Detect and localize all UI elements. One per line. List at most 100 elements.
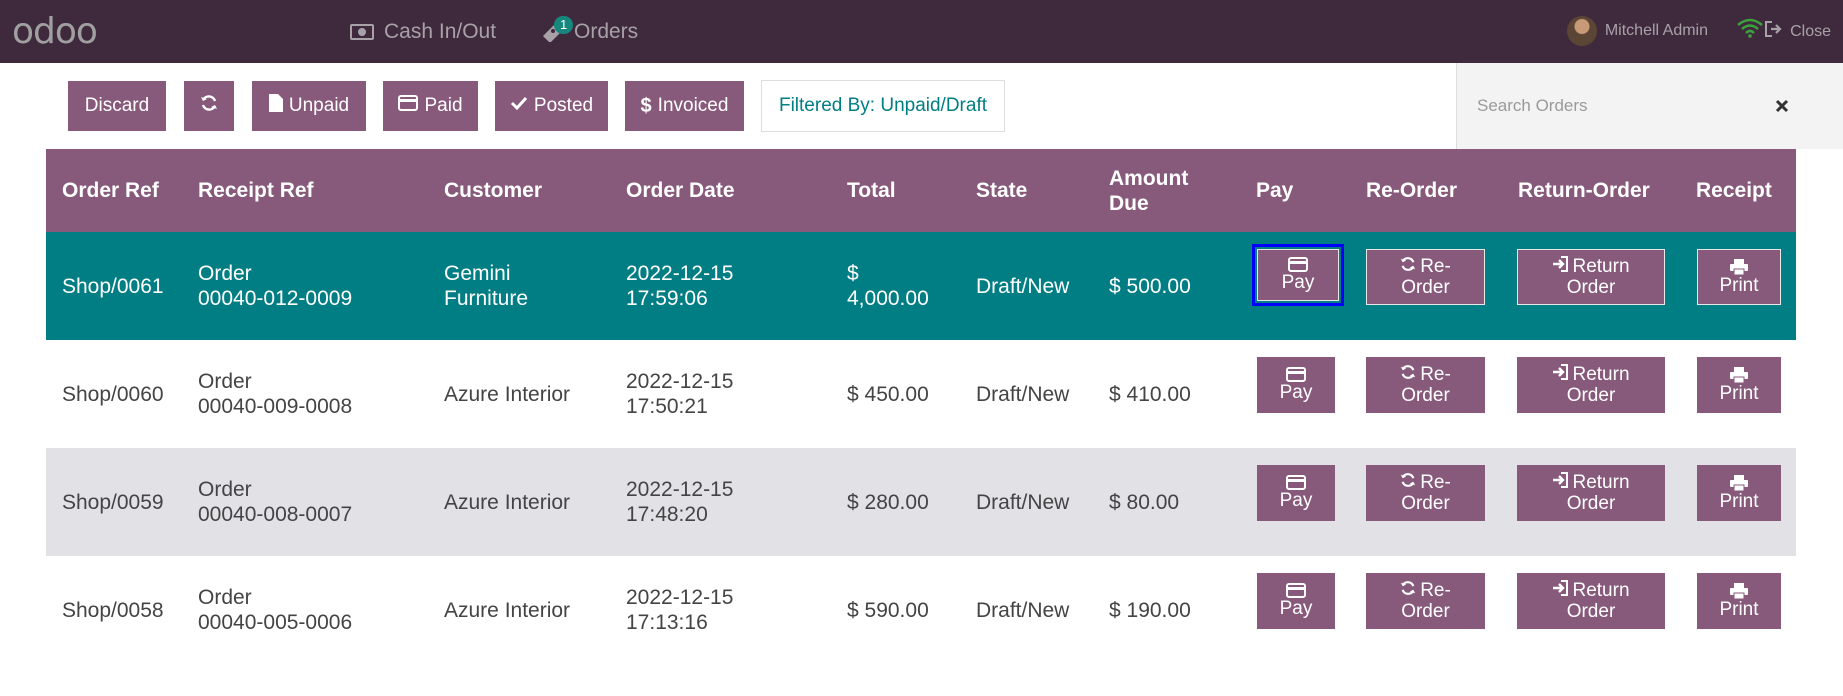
refresh-icon	[1400, 364, 1416, 385]
return-label-1: Return	[1572, 472, 1630, 493]
state: Draft/New	[976, 490, 1070, 514]
table-row[interactable]: Shop/0060 Order 00040-009-0008 Azure Int…	[46, 340, 1796, 448]
reorder-button[interactable]: Re- Order	[1366, 249, 1485, 305]
pay-button[interactable]: Pay	[1257, 573, 1335, 629]
discard-label: Discard	[84, 95, 150, 116]
credit-card-icon	[1286, 367, 1306, 382]
customer-line2: Furniture	[444, 287, 529, 310]
cash-in-out-button[interactable]: Cash In/Out	[350, 19, 496, 45]
sign-in-icon	[1552, 256, 1569, 277]
pos-topbar: odoo Cash In/Out 1 Orders Mitchell Admin…	[0, 0, 1843, 63]
refresh-icon	[1400, 256, 1416, 277]
ticket-icon: 1	[540, 16, 574, 43]
order-date: 2022-12-15 17:13:16	[626, 556, 733, 664]
return-order-button[interactable]: Return Order	[1517, 573, 1665, 629]
amount-due: $ 190.00	[1109, 598, 1191, 622]
print-label: Print	[1719, 382, 1759, 404]
order-ref: Shop/0061	[62, 274, 164, 298]
pay-button[interactable]: Pay	[1252, 244, 1344, 306]
state: Draft/New	[976, 598, 1070, 622]
order-date-line1: 2022-12-15	[626, 478, 734, 501]
reorder-button[interactable]: Re- Order	[1366, 573, 1485, 629]
orders-button[interactable]: 1 Orders	[540, 16, 638, 45]
order-date: 2022-12-15 17:48:20	[626, 448, 733, 556]
discard-button[interactable]: Discard	[68, 81, 166, 131]
customer: Azure Interior	[444, 598, 571, 622]
pay-button[interactable]: Pay	[1257, 357, 1335, 413]
dollar-icon: $	[640, 94, 652, 117]
customer-line1: Gemini	[444, 262, 511, 285]
orders-count-badge: 1	[554, 16, 574, 34]
filter-invoiced-button[interactable]: $ Invoiced	[625, 81, 744, 131]
column-header-amount-due: Amount Due	[1109, 166, 1189, 215]
table-row[interactable]: Shop/0059 Order 00040-008-0007 Azure Int…	[46, 448, 1796, 556]
order-date: 2022-12-15 17:59:06	[626, 232, 733, 340]
print-label: Print	[1719, 490, 1759, 512]
receipt-ref-line2: 00040-008-0007	[198, 503, 353, 526]
return-order-button[interactable]: Return Order	[1517, 249, 1665, 305]
table-row[interactable]: Shop/0058 Order 00040-005-0006 Azure Int…	[46, 556, 1796, 664]
reorder-button[interactable]: Re- Order	[1366, 465, 1485, 521]
receipt-ref: Order 00040-009-0008	[198, 340, 352, 448]
amount-due: $ 500.00	[1109, 274, 1191, 298]
filter-unpaid-button[interactable]: Unpaid	[252, 81, 366, 131]
search-orders-input[interactable]	[1477, 91, 1777, 121]
file-icon	[268, 94, 283, 118]
filter-posted-button[interactable]: Posted	[495, 81, 608, 131]
sign-in-icon	[1552, 364, 1569, 385]
credit-card-icon	[398, 95, 419, 117]
clear-search-icon[interactable]	[1767, 91, 1797, 121]
credit-card-icon	[1286, 583, 1306, 598]
return-label-2: Order	[1566, 277, 1616, 298]
print-button[interactable]: Print	[1697, 465, 1781, 521]
refresh-icon	[200, 94, 218, 118]
posted-label: Posted	[533, 95, 594, 116]
close-button[interactable]: Close	[1764, 20, 1831, 43]
order-date-line1: 2022-12-15	[626, 370, 734, 393]
customer: Azure Interior	[444, 490, 571, 514]
pay-label: Pay	[1279, 490, 1313, 511]
refresh-button[interactable]	[184, 81, 234, 131]
return-label-2: Order	[1566, 385, 1616, 406]
receipt-ref-line2: 00040-005-0006	[198, 611, 353, 634]
column-header-reorder: Re-Order	[1366, 179, 1458, 202]
invoiced-label: Invoiced	[657, 95, 729, 116]
sign-in-icon	[1552, 472, 1569, 493]
orders-table: Order Ref Receipt Ref Customer Order Dat…	[46, 149, 1796, 664]
table-header: Order Ref Receipt Ref Customer Order Dat…	[46, 149, 1796, 232]
order-date-line1: 2022-12-15	[626, 262, 734, 285]
order-date: 2022-12-15 17:50:21	[626, 340, 733, 448]
receipt-ref-line1: Order	[198, 478, 252, 501]
print-button[interactable]: Print	[1697, 357, 1781, 413]
order-ref: Shop/0059	[62, 490, 164, 514]
sign-in-icon	[1552, 580, 1569, 601]
avatar	[1566, 16, 1597, 46]
check-icon	[510, 95, 528, 117]
receipt-ref-line1: Order	[198, 262, 252, 285]
total-line2: 4,000.00	[847, 287, 929, 310]
wifi-icon	[1737, 18, 1763, 43]
amount-due: $ 410.00	[1109, 382, 1191, 406]
print-button[interactable]: Print	[1697, 249, 1781, 305]
column-header-pay: Pay	[1256, 179, 1294, 202]
pay-label: Pay	[1281, 272, 1315, 293]
column-header-customer: Customer	[444, 179, 543, 202]
return-order-button[interactable]: Return Order	[1517, 465, 1665, 521]
print-icon	[1730, 258, 1748, 275]
table-row[interactable]: Shop/0061 Order 00040-012-0009 Gemini Fu…	[46, 232, 1796, 340]
user-menu[interactable]: Mitchell Admin	[1566, 16, 1708, 46]
return-order-button[interactable]: Return Order	[1517, 357, 1665, 413]
reorder-button[interactable]: Re- Order	[1366, 357, 1485, 413]
pay-button[interactable]: Pay	[1257, 465, 1335, 521]
column-header-return-order: Return-Order	[1518, 179, 1650, 202]
filter-paid-button[interactable]: Paid	[383, 81, 478, 131]
reorder-label-2: Order	[1401, 385, 1450, 406]
column-header-order-date: Order Date	[626, 179, 735, 202]
paid-label: Paid	[424, 95, 463, 116]
amount-due: $ 80.00	[1109, 490, 1180, 514]
order-date-line2: 17:59:06	[626, 287, 708, 310]
return-label-2: Order	[1566, 493, 1616, 514]
receipt-ref: Order 00040-005-0006	[198, 556, 352, 664]
state: Draft/New	[976, 382, 1070, 406]
print-button[interactable]: Print	[1697, 573, 1781, 629]
